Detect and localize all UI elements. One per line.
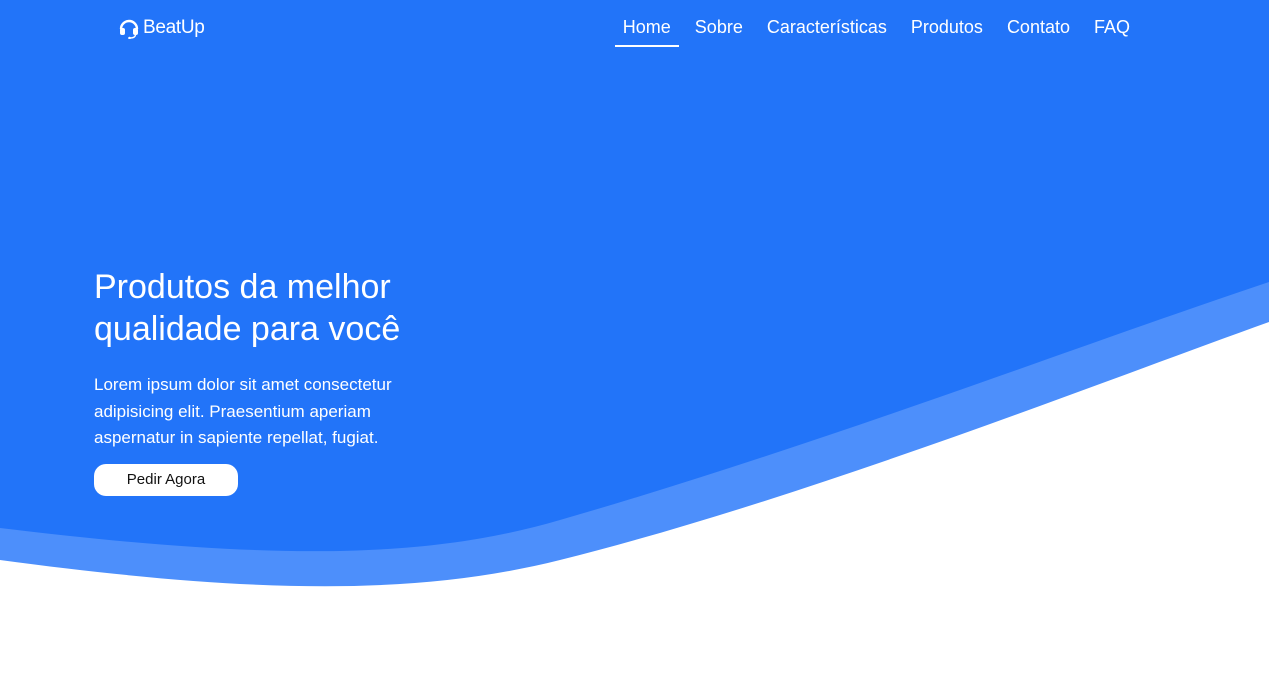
nav-link-faq[interactable]: FAQ — [1086, 0, 1138, 46]
navbar: BeatUp Home Sobre Características Produt… — [0, 0, 1269, 58]
nav-link-produtos[interactable]: Produtos — [903, 0, 991, 46]
brand-logo[interactable]: BeatUp — [118, 17, 205, 40]
hero-description: Lorem ipsum dolor sit amet consectetur a… — [94, 375, 392, 447]
landing-page: BeatUp Home Sobre Características Produt… — [0, 0, 1269, 693]
headset-icon — [118, 17, 140, 40]
order-now-button[interactable]: Pedir Agora — [94, 463, 238, 496]
hero-section: Produtos da melhor qualidade para você L… — [94, 266, 454, 496]
nav-link-caracteristicas[interactable]: Características — [759, 0, 895, 46]
nav-link-home[interactable]: Home — [614, 0, 679, 47]
main-nav: Home Sobre Características Produtos Cont… — [607, 0, 1138, 58]
nav-link-sobre[interactable]: Sobre — [687, 0, 751, 46]
hero-title: Produtos da melhor qualidade para você — [94, 268, 401, 348]
nav-link-contato[interactable]: Contato — [999, 0, 1078, 46]
brand-name: BeatUp — [143, 17, 205, 38]
